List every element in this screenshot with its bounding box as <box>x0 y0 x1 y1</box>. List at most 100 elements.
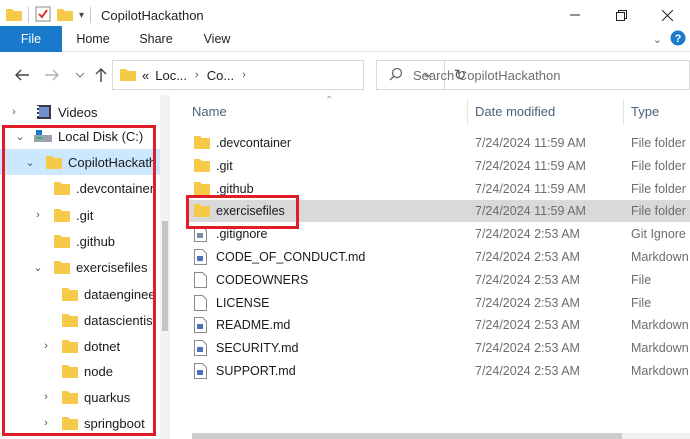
customize-toolbar-icon[interactable]: ▾ <box>79 10 84 21</box>
address-row: « Loc... › Co... › ↻ Search CopilotHacka… <box>0 53 690 95</box>
file-date-modified: 7/24/2024 2:53 AM <box>475 295 580 310</box>
file-row[interactable]: SUPPORT.md 7/24/2024 2:53 AM Markdown <box>186 360 690 382</box>
nav-item-copilothackathon[interactable]: ⌄ CopilotHackath <box>0 149 160 175</box>
nav-item-devcontainer[interactable]: .devcontainer <box>0 175 160 201</box>
nav-item-label: CopilotHackath <box>68 154 157 170</box>
file-row[interactable]: .devcontainer 7/24/2024 11:59 AM File fold… <box>186 132 690 154</box>
file-name: .github <box>216 181 254 196</box>
properties-icon[interactable] <box>35 6 51 25</box>
markdown-file-icon <box>194 317 207 336</box>
nav-item-quarkus[interactable]: › quarkus <box>0 384 160 410</box>
recent-locations-button[interactable] <box>70 65 90 85</box>
horizontal-scrollbar[interactable] <box>192 433 690 439</box>
nav-pane-scrollbar[interactable] <box>160 95 170 439</box>
back-button[interactable] <box>12 65 32 85</box>
chevron-right-icon[interactable]: › <box>195 69 199 81</box>
up-button[interactable] <box>91 65 111 85</box>
file-name: SUPPORT.md <box>216 364 296 378</box>
nav-item-label: dotnet <box>84 338 121 354</box>
tab-file[interactable]: File <box>0 26 62 52</box>
file-row[interactable]: SECURITY.md 7/24/2024 2:53 AM Markdown <box>186 337 690 359</box>
nav-item-label: datascientis <box>84 312 153 328</box>
navigation-pane: › Videos ⌄ Local Disk (C:) ⌄ CopilotHack… <box>0 95 170 439</box>
svg-text:?: ? <box>675 33 682 45</box>
file-date-modified: 7/24/2024 2:53 AM <box>475 341 580 356</box>
file-row[interactable]: .github 7/24/2024 11:59 AM File folder <box>186 178 690 200</box>
folder-icon <box>62 364 78 381</box>
column-header-date-modified[interactable]: Date modified <box>475 99 555 125</box>
breadcrumb-local-disk[interactable]: Loc... <box>155 68 187 83</box>
file-type: Markdown <box>631 341 689 356</box>
file-name: .gitignore <box>216 227 268 242</box>
videos-icon <box>36 104 52 123</box>
expand-arrow-icon[interactable]: › <box>40 417 52 429</box>
file-date-modified: 7/24/2024 11:59 AM <box>475 204 586 219</box>
tab-home[interactable]: Home <box>66 26 120 52</box>
expand-ribbon-icon[interactable]: ⌄ <box>653 33 662 46</box>
column-divider[interactable] <box>623 99 624 125</box>
file-list: ⌃ Name Date modified Type .devcontainer 7… <box>172 95 690 439</box>
tab-share[interactable]: Share <box>128 26 184 52</box>
address-bar[interactable]: « Loc... › Co... › ↻ <box>112 60 466 90</box>
collapse-arrow-icon[interactable]: ⌄ <box>24 156 36 169</box>
collapse-arrow-icon[interactable]: ⌄ <box>32 261 44 274</box>
file-row[interactable]: CODE_OF_CONDUCT.md 7/24/2024 2:53 AM Markd… <box>186 246 690 268</box>
search-placeholder: Search CopilotHackathon <box>413 67 561 83</box>
sort-ascending-icon: ⌃ <box>325 95 334 106</box>
folder-icon[interactable] <box>6 7 22 24</box>
forward-button[interactable] <box>42 65 62 85</box>
file-name: .devcontainer <box>216 136 292 150</box>
scrollbar-thumb[interactable] <box>192 433 622 439</box>
folder-icon <box>54 234 70 251</box>
address-overflow[interactable]: « <box>142 68 149 83</box>
nav-item-local-disk[interactable]: ⌄ Local Disk (C:) <box>0 123 160 149</box>
file-row[interactable]: LICENSE 7/24/2024 2:53 AM File <box>186 292 690 314</box>
expand-arrow-icon[interactable]: › <box>40 391 52 403</box>
nav-item-label: Videos <box>58 104 98 120</box>
chevron-right-icon[interactable]: › <box>242 69 246 81</box>
nav-item-dataengineering[interactable]: dataenginee <box>0 281 160 307</box>
file-row[interactable]: README.md 7/24/2024 2:53 AM Markdown <box>186 314 690 336</box>
nav-item-springboot[interactable]: › springboot <box>0 410 160 436</box>
ribbon-right-controls: ⌄ ? <box>653 26 690 52</box>
window-title: CopilotHackathon <box>101 7 204 23</box>
nav-item-datascientist[interactable]: datascientis <box>0 307 160 333</box>
breadcrumb-copilothackathon[interactable]: Co... <box>207 68 234 83</box>
file-name: LICENSE <box>216 295 270 310</box>
folder-icon <box>194 158 210 175</box>
help-icon[interactable]: ? <box>670 30 686 49</box>
file-row[interactable]: CODEOWNERS 7/24/2024 2:53 AM File <box>186 269 690 291</box>
nav-item-dotnet[interactable]: › dotnet <box>0 333 160 359</box>
column-divider[interactable] <box>467 99 468 125</box>
nav-item-exercisefiles[interactable]: ⌄ exercisefiles <box>0 254 160 280</box>
collapse-arrow-icon[interactable]: ⌄ <box>14 130 26 143</box>
scrollbar-thumb[interactable] <box>162 221 168 331</box>
markdown-file-icon <box>194 249 207 268</box>
tab-view[interactable]: View <box>192 26 242 52</box>
nav-item-videos[interactable]: › Videos <box>0 99 160 125</box>
nav-item-git[interactable]: › .git <box>0 202 160 228</box>
file-type: File folder <box>631 136 686 150</box>
nav-item-github[interactable]: .github <box>0 228 160 254</box>
column-header-type[interactable]: Type <box>631 99 659 125</box>
file-date-modified: 7/24/2024 11:59 AM <box>475 136 586 150</box>
file-type: File folder <box>631 158 686 173</box>
nav-item-label: Local Disk (C:) <box>58 128 144 144</box>
search-input[interactable]: Search CopilotHackathon <box>376 60 690 90</box>
expand-arrow-icon[interactable]: › <box>40 340 52 352</box>
file-row[interactable]: exercisefiles 7/24/2024 11:59 AM File fold… <box>186 200 690 223</box>
folder-icon <box>62 416 78 433</box>
new-folder-icon[interactable] <box>57 7 73 24</box>
nav-item-label: dataenginee <box>84 286 156 302</box>
markdown-file-icon <box>194 363 207 382</box>
file-row[interactable]: .gitignore 7/24/2024 2:53 AM Git Ignore <box>186 223 690 245</box>
column-header-name[interactable]: Name <box>192 99 227 125</box>
folder-icon <box>62 287 78 304</box>
nav-item-node[interactable]: node <box>0 358 160 384</box>
file-date-modified: 7/24/2024 11:59 AM <box>475 181 586 196</box>
expand-arrow-icon[interactable]: › <box>8 106 20 118</box>
folder-icon <box>194 181 210 198</box>
gitignore-file-icon <box>194 226 207 245</box>
file-row[interactable]: .git 7/24/2024 11:59 AM File folder <box>186 155 690 177</box>
expand-arrow-icon[interactable]: › <box>32 209 44 221</box>
